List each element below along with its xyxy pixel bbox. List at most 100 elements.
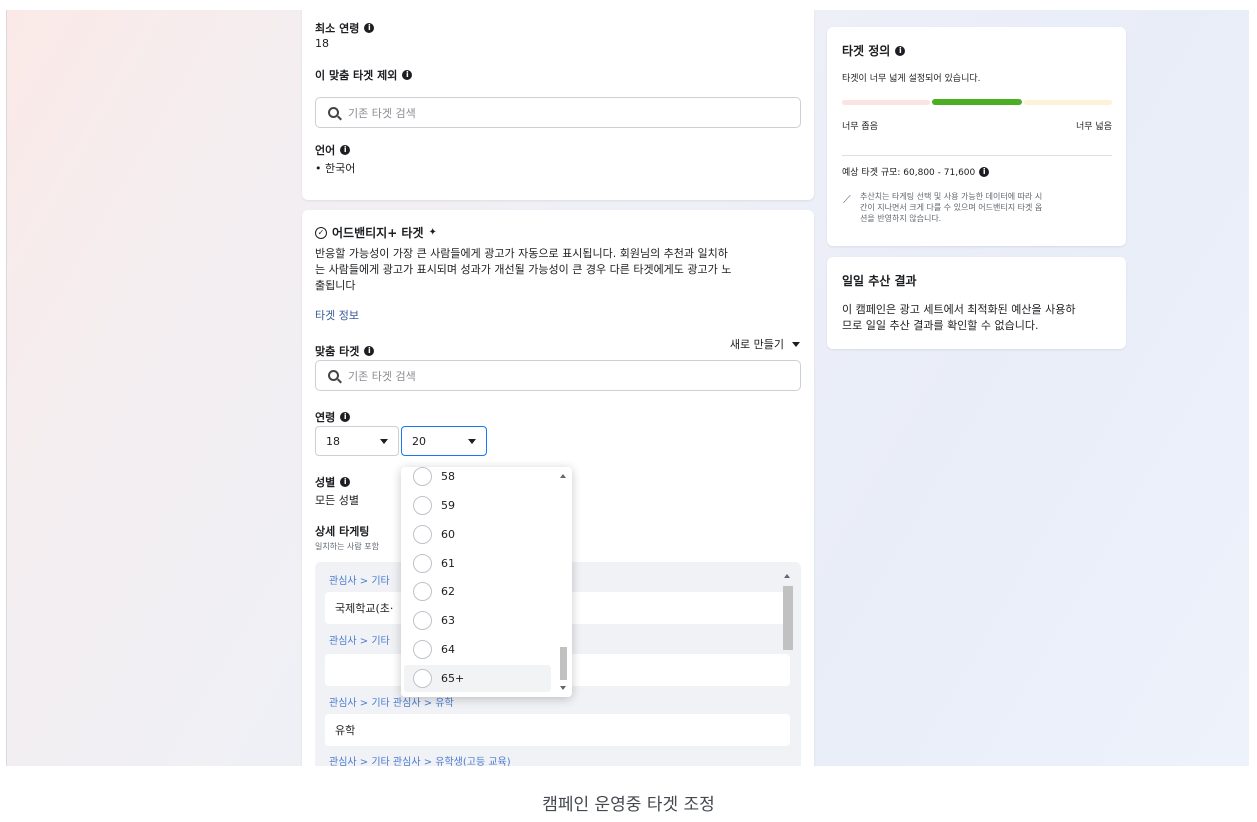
age-option[interactable]: 64 — [404, 636, 551, 663]
targeting-path[interactable]: 관심사 > 기타 — [329, 632, 390, 647]
age-min-select[interactable]: 18 — [315, 426, 399, 456]
age-option[interactable]: 60 — [404, 521, 551, 548]
info-icon[interactable]: i — [364, 23, 375, 33]
caret-down-icon — [380, 438, 388, 444]
info-icon[interactable]: i — [340, 145, 351, 155]
custom-audience-label: 맞춤 타겟 i — [315, 343, 375, 359]
age-option[interactable]: 58 — [404, 467, 551, 490]
audience-definition-card: 타겟 정의 i 타겟이 너무 넓게 설정되어 있습니다. 너무 좁음 너무 넓음… — [827, 27, 1126, 246]
definition-status: 타겟이 너무 넓게 설정되어 있습니다. — [842, 74, 981, 84]
info-icon[interactable]: i — [895, 45, 906, 56]
radio-icon[interactable] — [413, 554, 432, 573]
narrow-label: 너무 좁음 — [842, 122, 878, 132]
age-option-label: 65+ — [441, 672, 465, 685]
radio-icon[interactable] — [413, 582, 432, 601]
daily-title: 일일 추산 결과 — [842, 274, 917, 288]
description-line: 반응할 가능성이 가장 큰 사람들에게 광고가 자동으로 표시됩니다. 회원님의… — [315, 247, 728, 260]
search-icon — [328, 370, 339, 381]
daily-body: 이 캠페인은 광고 세트에서 최적화된 예산을 사용하 므로 일일 추산 결과를… — [842, 302, 1122, 334]
age-option[interactable]: 59 — [404, 492, 551, 519]
age-option-label: 64 — [441, 643, 455, 656]
info-icon[interactable]: i — [979, 166, 990, 177]
custom-audience-label-text: 맞춤 타겟 — [315, 345, 360, 358]
note-line: 추산치는 타게팅 선택 및 사용 가능한 데이터에 따라 시 — [860, 192, 1043, 201]
check-circle-icon: ✓ — [315, 226, 327, 239]
figure-caption: 캠페인 운영중 타겟 조정 — [542, 795, 715, 815]
radio-icon[interactable] — [413, 467, 432, 486]
info-icon[interactable]: i — [402, 70, 413, 80]
create-new-button[interactable]: 새로 만들기 — [730, 336, 800, 352]
trend-icon: ⟋ — [843, 193, 851, 206]
targeting-path[interactable]: 관심사 > 기타 관심사 > 유학생(고등 교육) — [329, 753, 511, 766]
scrollbar-thumb[interactable] — [783, 586, 793, 650]
age-label-text: 연령 — [315, 411, 336, 424]
sparkle-icon: ✦ — [428, 227, 437, 238]
target-info-link[interactable]: 타겟 정보 — [315, 307, 359, 323]
radio-icon[interactable] — [413, 525, 432, 544]
advantage-title-text: 어드밴티지+ 타겟 — [332, 226, 424, 240]
daily-estimate-card: 일일 추산 결과 이 캠페인은 광고 세트에서 최적화된 예산을 사용하 므로 … — [827, 257, 1126, 349]
age-max-value: 20 — [412, 434, 426, 448]
search-placeholder: 기존 타겟 검색 — [348, 369, 416, 383]
detailed-targeting-label: 상세 타게팅 — [315, 525, 370, 538]
age-max-select[interactable]: 20 — [401, 426, 487, 456]
note-line: 간이 지나면서 크게 다를 수 있으며 어드밴티지 타겟 옵 — [860, 203, 1043, 212]
targeting-scrollbar[interactable] — [781, 574, 793, 664]
radio-icon[interactable] — [413, 640, 432, 659]
info-icon[interactable]: i — [364, 346, 375, 356]
search-icon — [328, 107, 339, 118]
info-icon[interactable]: i — [340, 477, 351, 487]
language-value: • 한국어 — [315, 162, 356, 175]
age-option-label: 60 — [441, 528, 455, 541]
language-value-text: 한국어 — [325, 162, 356, 175]
meter-broad — [1024, 100, 1112, 105]
age-option[interactable]: 63 — [404, 607, 551, 634]
broad-label: 너무 넓음 — [1076, 122, 1112, 132]
custom-audience-search-input[interactable]: 기존 타겟 검색 — [315, 360, 801, 391]
info-icon[interactable]: i — [340, 412, 351, 422]
caret-down-icon — [468, 438, 476, 444]
age-option-label: 58 — [441, 470, 455, 483]
definition-title: 타겟 정의 i — [842, 42, 906, 59]
scroll-up-icon[interactable] — [560, 474, 566, 478]
language-label-text: 언어 — [315, 144, 336, 157]
caret-down-icon — [792, 341, 800, 347]
age-option[interactable]: 62 — [404, 578, 551, 605]
min-age-label: 최소 연령 i — [315, 20, 375, 36]
gender-label: 성별 i — [315, 474, 351, 490]
age-option-label: 62 — [441, 585, 455, 598]
exclude-audience-label: 이 맞춤 타겟 제외 i — [315, 67, 413, 83]
age-option[interactable]: 61 — [404, 550, 551, 577]
min-age-value: 18 — [315, 37, 329, 50]
scroll-down-icon[interactable] — [560, 686, 566, 690]
targeting-path[interactable]: 관심사 > 기타 — [329, 572, 390, 587]
radio-icon[interactable] — [413, 496, 432, 515]
screenshot-stage: 최소 연령 i 18 이 맞춤 타겟 제외 i 기존 타겟 검색 언어 i • … — [6, 10, 1249, 766]
radio-icon[interactable] — [413, 611, 432, 630]
audience-size-meter — [842, 99, 1112, 105]
gender-label-text: 성별 — [315, 476, 336, 489]
targeting-item[interactable]: 유학 — [325, 714, 790, 746]
age-option-hovered[interactable]: 65+ — [404, 665, 551, 692]
age-max-dropdown[interactable]: 58 59 60 61 62 63 64 65+ — [401, 467, 572, 697]
age-language-card: 최소 연령 i 18 이 맞춤 타겟 제외 i 기존 타겟 검색 언어 i • … — [302, 10, 814, 200]
radio-icon[interactable] — [413, 669, 432, 688]
age-min-value: 18 — [326, 434, 340, 448]
description-line: 는 사람들에게 광고가 표시되며 성과가 개선될 가능성이 큰 경우 다른 타겟… — [315, 263, 732, 276]
description-line: 출됩니다 — [315, 279, 356, 292]
estimate-note: 추산치는 타게팅 선택 및 사용 가능한 데이터에 따라 시 간이 지나면서 크… — [860, 191, 1120, 224]
scroll-up-icon[interactable] — [784, 574, 790, 578]
exclude-search-input[interactable]: 기존 타겟 검색 — [315, 97, 801, 128]
note-line: 션을 반영하지 않습니다. — [860, 214, 942, 223]
estimate-label: 예상 타겟 규모: 60,800 - 71,600 — [842, 168, 976, 178]
language-label: 언어 i — [315, 142, 351, 158]
dropdown-scrollbar-thumb[interactable] — [560, 647, 567, 680]
meter-narrow — [842, 100, 930, 105]
age-label: 연령 i — [315, 409, 351, 425]
daily-body-line: 이 캠페인은 광고 세트에서 최적화된 예산을 사용하 — [842, 303, 1076, 316]
min-age-label-text: 최소 연령 — [315, 22, 360, 35]
daily-body-line: 므로 일일 추산 결과를 확인할 수 없습니다. — [842, 319, 1039, 332]
search-placeholder: 기존 타겟 검색 — [348, 106, 416, 120]
meter-good — [932, 99, 1022, 105]
create-new-label: 새로 만들기 — [729, 338, 784, 351]
